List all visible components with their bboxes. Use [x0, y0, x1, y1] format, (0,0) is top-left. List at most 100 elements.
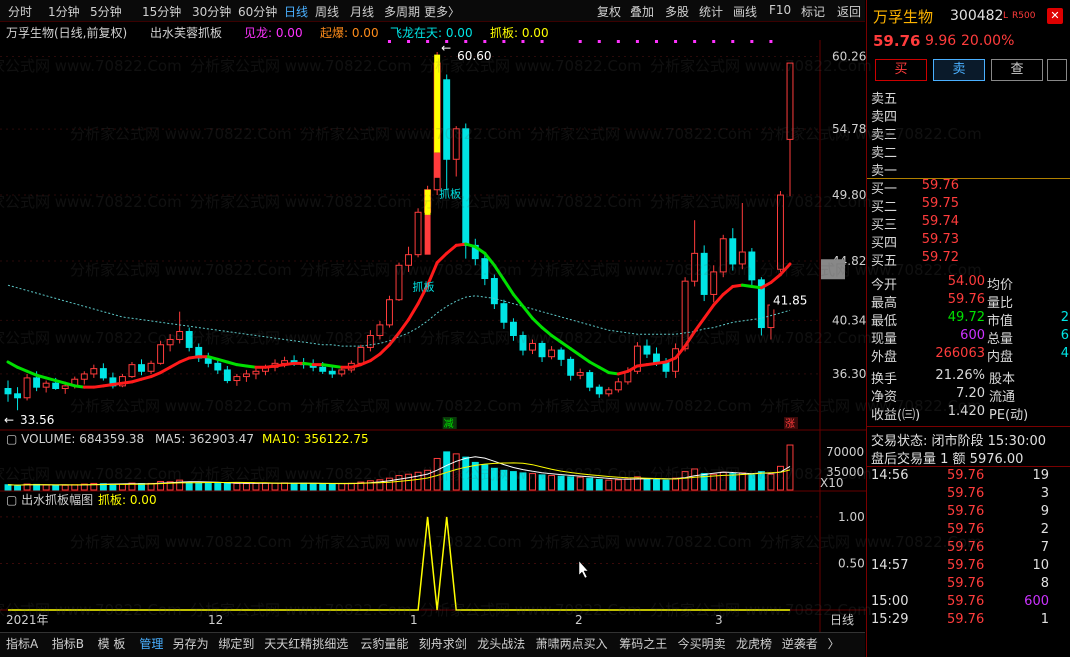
- signal-bar: [434, 54, 441, 153]
- period-tab-10[interactable]: 更多〉: [424, 3, 460, 20]
- candle-body: [185, 331, 193, 348]
- formula-tab-11[interactable]: 筹码之王: [619, 635, 667, 652]
- bid-0-label: 买一: [871, 182, 898, 197]
- tick-price: 59.76: [947, 504, 985, 519]
- period-tab-3[interactable]: 15分钟: [142, 3, 181, 20]
- toolbar-button-4[interactable]: 画线: [733, 3, 757, 20]
- formula-tab-8[interactable]: 刻舟求剑: [419, 635, 467, 652]
- candle-body: [395, 264, 403, 301]
- period-tab-5[interactable]: 60分钟: [238, 3, 277, 20]
- formula-tab-2[interactable]: 模 板: [98, 635, 126, 652]
- formula-tab-3[interactable]: 管理: [139, 635, 163, 652]
- toolbar-button-5[interactable]: F10: [769, 3, 791, 17]
- volume-bar: [595, 478, 603, 491]
- formula-tab-13[interactable]: 龙虎榜: [736, 635, 772, 652]
- candle-body: [538, 342, 546, 358]
- formula-tab-10[interactable]: 萧啸两点买入: [536, 635, 608, 652]
- candle-body: [80, 373, 88, 380]
- query-button[interactable]: 查: [991, 59, 1043, 81]
- ma-short-segment: [149, 371, 163, 379]
- toolbar-button-2[interactable]: 多股: [665, 3, 689, 20]
- formula-tab-1[interactable]: 指标B: [52, 635, 84, 652]
- volume-bar: [386, 477, 393, 491]
- stat2-2-label2: PE(动): [989, 408, 1029, 423]
- period-tab-6[interactable]: 日线: [284, 3, 308, 20]
- formula-tab-9[interactable]: 龙头战法: [477, 635, 525, 652]
- price-axis-label: 49.80: [832, 188, 866, 202]
- toolbar-button-7[interactable]: 返回: [837, 3, 861, 20]
- price-axis-label: 60.26: [832, 49, 866, 63]
- formula-name[interactable]: 出水芙蓉抓板: [150, 24, 222, 41]
- formula-tab-4[interactable]: 另存为: [173, 635, 209, 652]
- tick-price: 59.76: [947, 468, 985, 483]
- low-price-callout: 33.56: [20, 413, 54, 427]
- candle-body: [33, 377, 41, 388]
- ma-short-segment: [597, 365, 611, 375]
- period-tab-9[interactable]: 多周期: [384, 3, 420, 20]
- time-axis-label: 1: [410, 613, 418, 627]
- tick-qty: 3: [1040, 486, 1049, 501]
- period-tab-1[interactable]: 1分钟: [48, 3, 80, 20]
- toolbar-button-0[interactable]: 复权: [597, 3, 621, 20]
- toolbar-button-1[interactable]: 叠加: [630, 3, 654, 20]
- candle-body: [614, 381, 622, 391]
- volume-bar: [681, 471, 689, 491]
- candle-body: [595, 386, 603, 395]
- more-button[interactable]: [1047, 59, 1067, 81]
- formula-tab-5[interactable]: 绑定到: [218, 635, 254, 652]
- volume-bar: [204, 482, 212, 491]
- sell-button[interactable]: 卖: [933, 59, 985, 81]
- high-arrow: ←: [441, 41, 451, 55]
- ma-short-segment: [540, 326, 554, 337]
- period-tab-8[interactable]: 月线: [350, 3, 374, 20]
- candle-body: [157, 344, 165, 364]
- formula-tab-7[interactable]: 云豹量能: [360, 635, 408, 652]
- stat-1-value: 59.76: [947, 292, 985, 307]
- kline-chart[interactable]: 60.2654.7849.8044.8240.3436.30←60.60← 33.…: [0, 40, 866, 632]
- time-axis-label: 12: [208, 613, 223, 627]
- formula-tab-12[interactable]: 今买明卖: [678, 635, 726, 652]
- stat2-1-value: 7.20: [956, 386, 985, 401]
- ma-short-segment: [721, 284, 735, 296]
- ma-short-segment: [168, 360, 182, 369]
- volume-bar: [729, 473, 737, 491]
- tick-qty: 9: [1040, 504, 1049, 519]
- volume-bar: [195, 482, 203, 491]
- toolbar-button-6[interactable]: 标记: [801, 3, 825, 20]
- volume-bar: [471, 461, 479, 491]
- formula-tab-6[interactable]: 天天红精挑细选: [264, 635, 348, 652]
- sub-title: ▢ 出水抓板幅图: [6, 492, 93, 507]
- volume-ma5: MA5: 362903.47: [155, 432, 254, 446]
- sub-axis-label: 0.50: [838, 556, 865, 570]
- volume-bar: [405, 473, 412, 491]
- time-axis-label: 3: [715, 613, 723, 627]
- candle-body: [605, 389, 613, 395]
- volume-bar: [462, 456, 470, 491]
- volume-bar: [281, 482, 289, 491]
- candle-body: [567, 358, 575, 376]
- stat-3-value: 600: [960, 328, 985, 343]
- formula-tab-0[interactable]: 指标A: [6, 635, 38, 652]
- scroll-marker[interactable]: [821, 259, 845, 280]
- period-tab-2[interactable]: 5分钟: [90, 3, 122, 20]
- signal-bar: [434, 152, 441, 178]
- period-tab-7[interactable]: 周线: [315, 3, 339, 20]
- ma-short-segment: [16, 365, 29, 373]
- period-tab-4[interactable]: 30分钟: [192, 3, 231, 20]
- formula-tab-15[interactable]: 〉: [828, 635, 840, 652]
- volume-bar: [748, 474, 756, 491]
- price-panel: 60.2654.7849.8044.8240.3436.30←60.60← 33.…: [0, 40, 866, 632]
- grab-label: 抓板: [439, 187, 461, 201]
- price-axis-label: 54.78: [832, 122, 866, 136]
- buy-button[interactable]: 买: [875, 59, 927, 81]
- ma-short-segment: [502, 278, 515, 296]
- formula-tab-14[interactable]: 逆袭者: [782, 635, 818, 652]
- toolbar-button-3[interactable]: 统计: [699, 3, 723, 20]
- dec-label: 减: [444, 418, 454, 430]
- tick-qty: 7: [1040, 540, 1049, 555]
- period-tab-0[interactable]: 分时: [8, 3, 32, 20]
- close-icon[interactable]: ✕: [1047, 8, 1063, 24]
- candle-body: [176, 331, 184, 340]
- volume-bar: [443, 451, 451, 491]
- candle-body: [719, 238, 727, 273]
